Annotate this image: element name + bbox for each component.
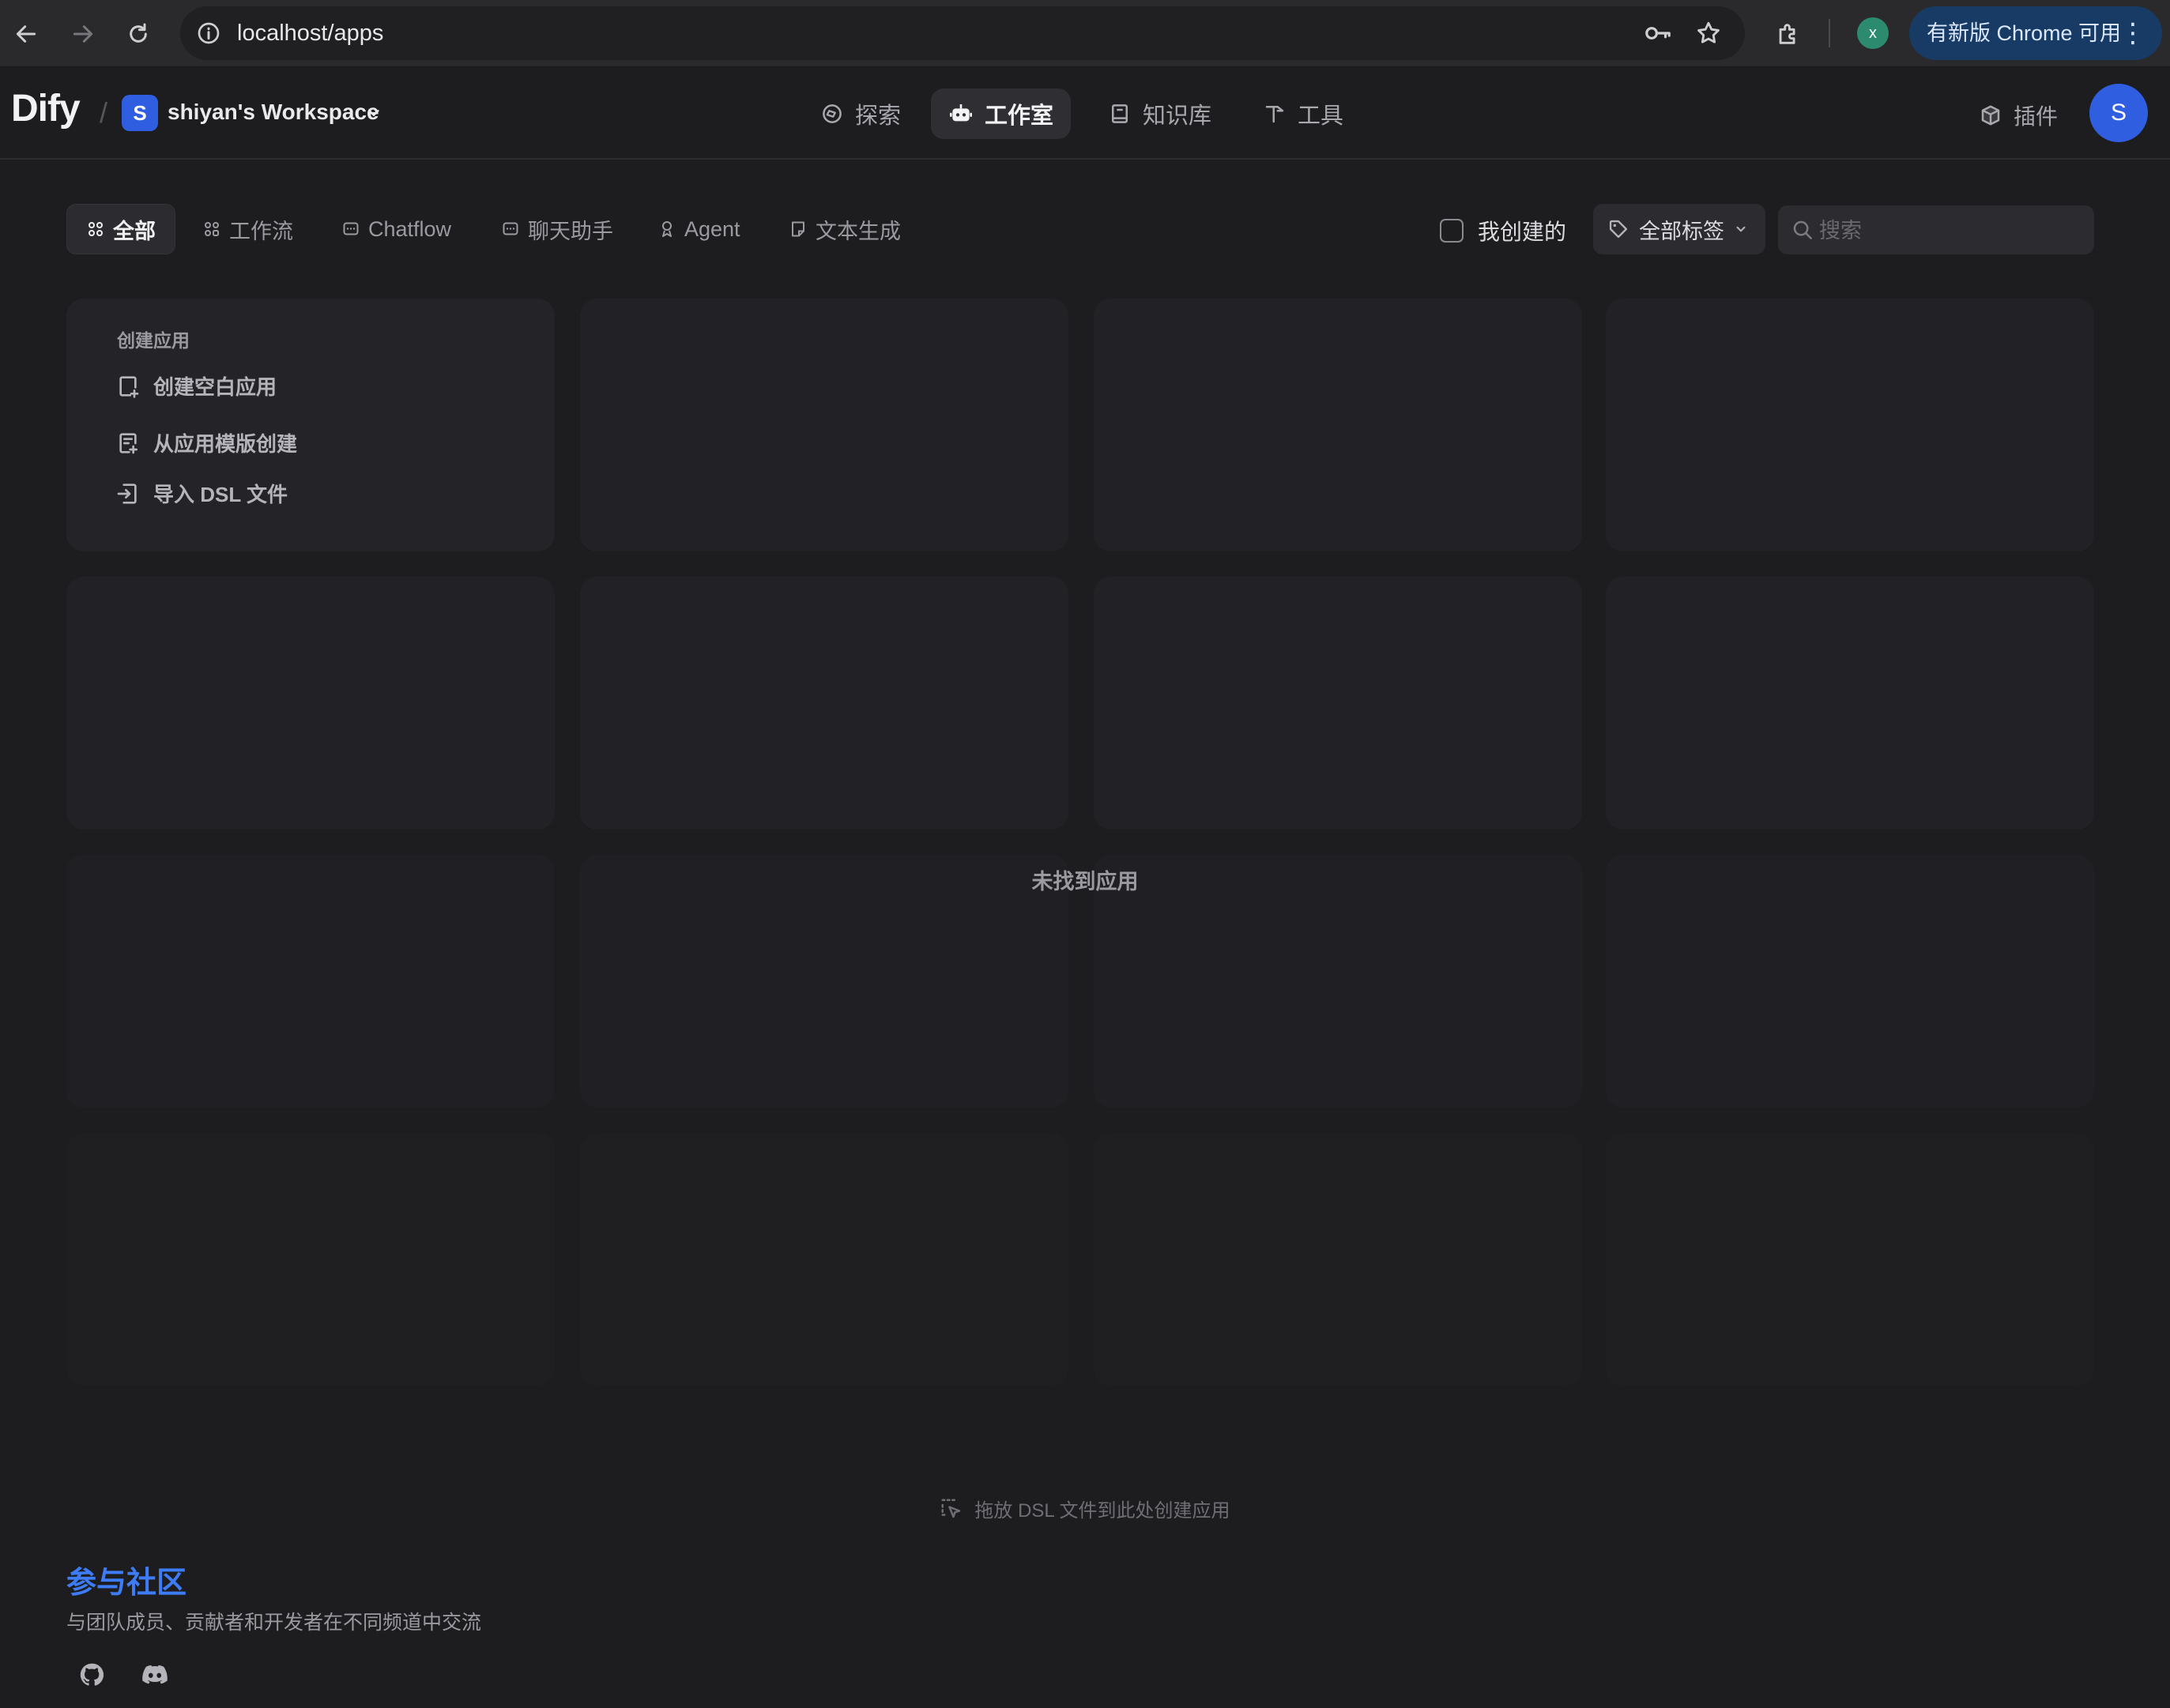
chevron-down-icon[interactable] <box>365 104 382 122</box>
app-card-placeholder <box>1094 577 1582 830</box>
import-file-icon <box>115 481 141 506</box>
nav-studio-label: 工作室 <box>985 103 1054 129</box>
search-input[interactable] <box>1818 205 2081 256</box>
template-icon <box>115 431 141 456</box>
dify-logo[interactable]: Dify <box>11 87 81 130</box>
workflow-icon <box>202 220 221 239</box>
compass-icon <box>820 102 844 126</box>
app-card-placeholder <box>580 577 1068 830</box>
app-card-placeholder <box>66 577 555 830</box>
chat-bubble-icon <box>501 220 520 239</box>
workspace-avatar[interactable]: S <box>122 95 158 131</box>
tab-completion-label: 文本生成 <box>816 219 901 243</box>
tab-chat-assistant[interactable]: 聊天助手 <box>482 204 632 254</box>
community-subtitle: 与团队成员、贡献者和开发者在不同频道中交流 <box>66 1612 482 1634</box>
nav-studio[interactable]: 工作室 <box>931 88 1072 139</box>
my-created-checkbox[interactable] <box>1440 219 1464 243</box>
forward-icon[interactable] <box>63 14 103 54</box>
workspace-switcher[interactable]: shiyan's Workspace <box>168 100 379 125</box>
create-app-title: 创建应用 <box>117 330 190 351</box>
address-bar[interactable]: localhost/apps <box>180 6 1745 60</box>
app-card-placeholder <box>1606 1133 2094 1386</box>
my-created-filter[interactable]: 我创建的 <box>1440 215 1566 246</box>
chat-bubble-icon <box>341 220 360 239</box>
app-card-placeholder <box>1094 1133 1582 1386</box>
reload-icon[interactable] <box>119 14 158 54</box>
nav-explore-label: 探索 <box>855 103 902 129</box>
search-field[interactable] <box>1778 205 2094 256</box>
extensions-icon[interactable] <box>1769 14 1808 54</box>
site-info-icon[interactable] <box>191 16 226 51</box>
create-blank-label: 创建空白应用 <box>153 375 277 399</box>
app-card-placeholder <box>66 1133 555 1386</box>
agent-icon <box>657 220 676 239</box>
nav-tools[interactable]: 工具 <box>1245 88 1361 139</box>
back-icon[interactable] <box>6 14 46 54</box>
app-header: Dify / S shiyan's Workspace 探索 工作室 知识库 工… <box>0 68 2170 160</box>
app-card-placeholder <box>1606 577 2094 830</box>
tab-chatflow[interactable]: Chatflow <box>322 204 470 254</box>
create-template-label: 从应用模版创建 <box>153 432 298 456</box>
tab-all[interactable]: 全部 <box>66 204 175 254</box>
tag-icon <box>1607 218 1629 240</box>
discord-icon[interactable] <box>138 1657 172 1692</box>
nav-explore[interactable]: 探索 <box>803 88 918 139</box>
breadcrumb-separator: / <box>100 96 108 129</box>
drag-drop-icon <box>940 1497 963 1521</box>
community-title: 参与社区 <box>66 1567 187 1600</box>
create-from-template-button[interactable]: 从应用模版创建 <box>115 428 297 457</box>
update-label: 有新版 Chrome 可用 <box>1927 21 2122 45</box>
toolbar-divider <box>1829 19 1830 47</box>
key-icon[interactable] <box>1641 16 1675 51</box>
grid-icon <box>86 220 105 239</box>
chrome-update-button[interactable]: 有新版 Chrome 可用 ⋮ <box>1909 6 2162 60</box>
tab-agent[interactable]: Agent <box>639 204 759 254</box>
plugins-label: 插件 <box>2014 104 2059 129</box>
import-dsl-label: 导入 DSL 文件 <box>153 483 288 506</box>
tab-all-label: 全部 <box>113 219 156 243</box>
user-avatar[interactable]: S <box>2089 84 2148 142</box>
create-blank-app-button[interactable]: 创建空白应用 <box>115 371 277 401</box>
nav-knowledge[interactable]: 知识库 <box>1091 88 1229 139</box>
tab-workflow-label: 工作流 <box>229 219 293 243</box>
profile-avatar[interactable]: x <box>1857 17 1889 49</box>
create-app-card: 创建应用 创建空白应用 从应用模版创建 导入 DSL 文件 <box>66 299 555 551</box>
tab-chatflow-label: Chatflow <box>368 216 452 241</box>
tab-agent-label: Agent <box>684 216 740 241</box>
tag-filter-dropdown[interactable]: 全部标签 <box>1593 204 1765 254</box>
app-card-placeholder <box>1094 299 1582 551</box>
my-created-label: 我创建的 <box>1478 220 1567 244</box>
tab-workflow[interactable]: 工作流 <box>183 204 312 254</box>
nav-knowledge-label: 知识库 <box>1143 103 1212 129</box>
url-text[interactable]: localhost/apps <box>237 6 383 60</box>
tab-text-generation[interactable]: 文本生成 <box>770 204 920 254</box>
nav-tools-label: 工具 <box>1298 103 1344 129</box>
package-icon <box>1979 103 2002 127</box>
browser-toolbar: localhost/apps x 有新版 Chrome 可用 ⋮ <box>0 0 2170 68</box>
plugins-button[interactable]: 插件 <box>1979 100 2058 131</box>
robot-icon <box>948 101 974 126</box>
hammer-icon <box>1263 102 1287 126</box>
more-menu-icon[interactable]: ⋮ <box>2119 6 2146 60</box>
search-icon <box>1791 218 1814 242</box>
github-icon[interactable] <box>74 1657 109 1692</box>
app-card-placeholder <box>580 1133 1068 1386</box>
dsl-hint-label: 拖放 DSL 文件到此处创建应用 <box>974 1500 1230 1522</box>
tab-chat-label: 聊天助手 <box>528 219 613 243</box>
bookmark-star-icon[interactable] <box>1691 16 1726 51</box>
note-icon <box>789 220 808 239</box>
file-plus-icon <box>115 374 141 399</box>
chevron-down-icon <box>1734 222 1748 236</box>
import-dsl-button[interactable]: 导入 DSL 文件 <box>115 479 288 508</box>
tag-filter-label: 全部标签 <box>1639 219 1724 243</box>
no-apps-message: 未找到应用 <box>1031 870 1139 894</box>
dsl-drop-hint: 拖放 DSL 文件到此处创建应用 <box>0 1495 2170 1522</box>
app-card-placeholder <box>580 299 1068 551</box>
book-icon <box>1108 102 1132 126</box>
app-card-placeholder <box>1606 299 2094 551</box>
